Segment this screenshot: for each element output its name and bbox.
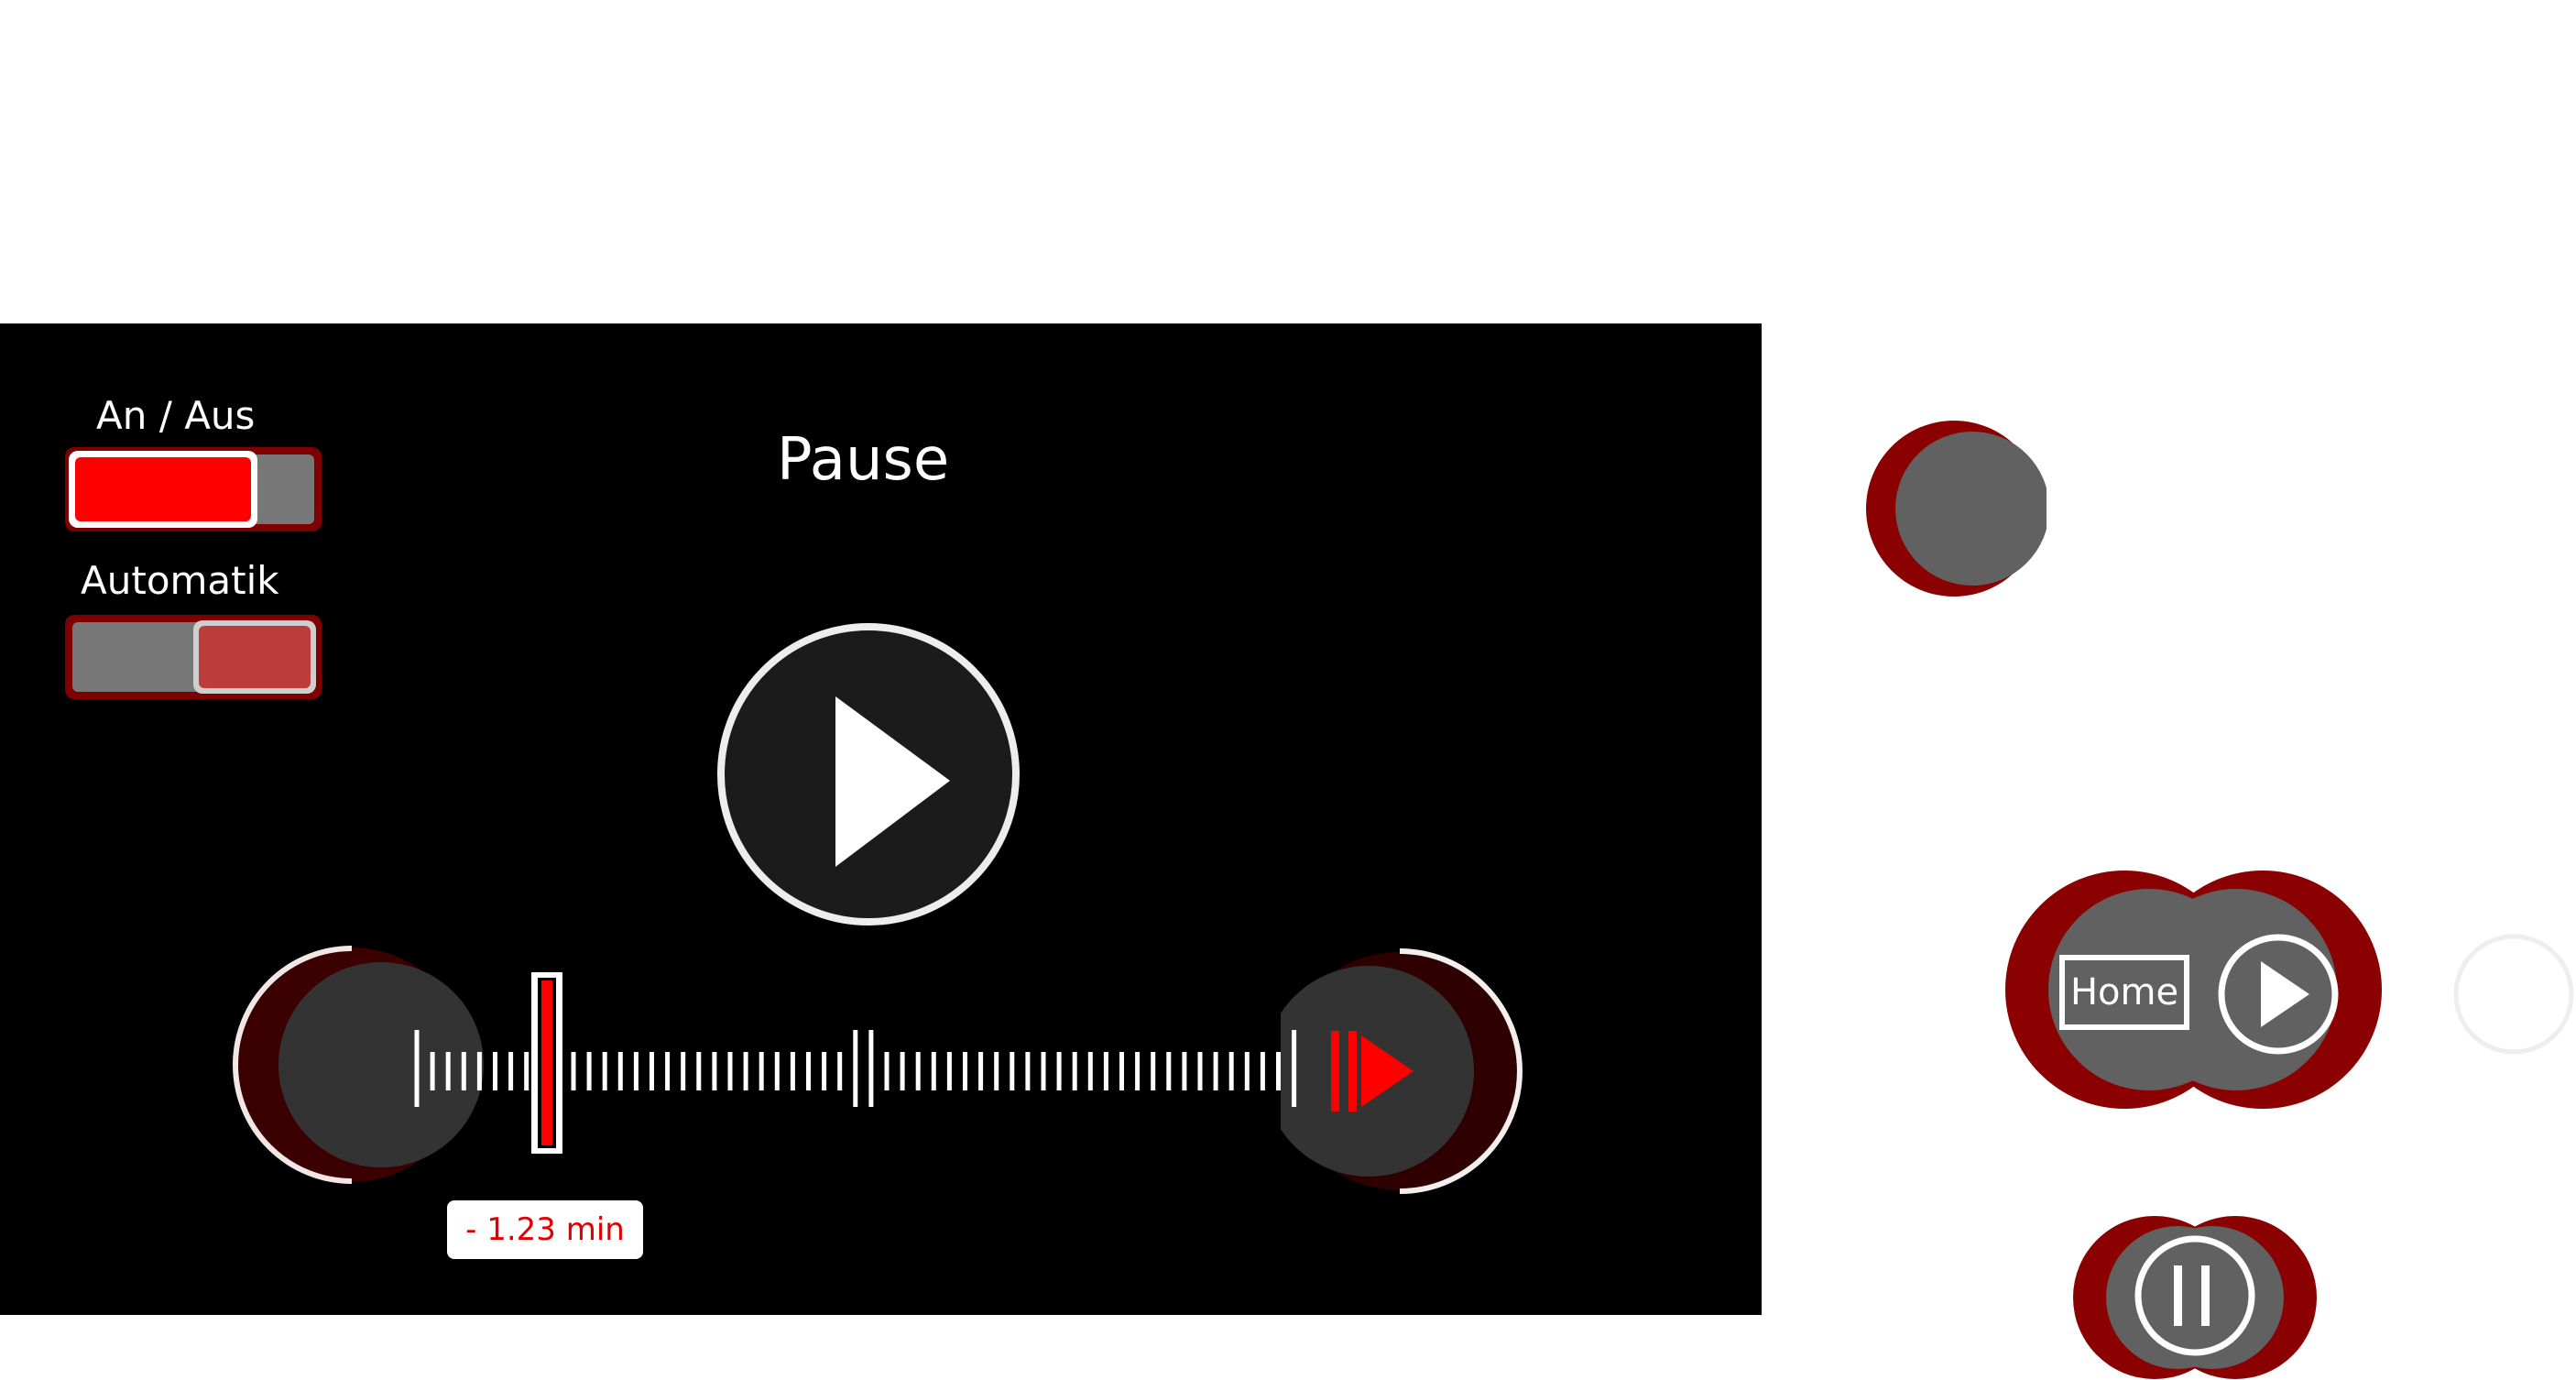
home-button[interactable]: Home — [2059, 955, 2189, 1030]
pause-icon — [2174, 1265, 2182, 1326]
page-title: Pause — [777, 426, 950, 494]
auto-toggle-knob — [199, 626, 311, 688]
side-play-button[interactable] — [2215, 931, 2341, 1057]
pause-button[interactable] — [2131, 1232, 2259, 1360]
outline-circle-button[interactable] — [2451, 932, 2576, 1057]
power-toggle-knob — [75, 457, 251, 521]
power-toggle-label: An / Aus — [96, 393, 256, 438]
auto-toggle-label: Automatik — [81, 558, 279, 603]
side-circle-button[interactable] — [1865, 417, 2047, 600]
time-remaining-badge: - 1.23 min — [447, 1200, 643, 1259]
timeline-scrubber[interactable] — [403, 962, 1319, 1164]
auto-toggle[interactable] — [65, 615, 322, 699]
play-button[interactable] — [717, 623, 1020, 925]
power-toggle[interactable] — [65, 447, 322, 531]
play-icon — [835, 696, 950, 867]
power-toggle-knob-border — [69, 451, 257, 528]
auto-toggle-knob-border — [193, 620, 316, 694]
